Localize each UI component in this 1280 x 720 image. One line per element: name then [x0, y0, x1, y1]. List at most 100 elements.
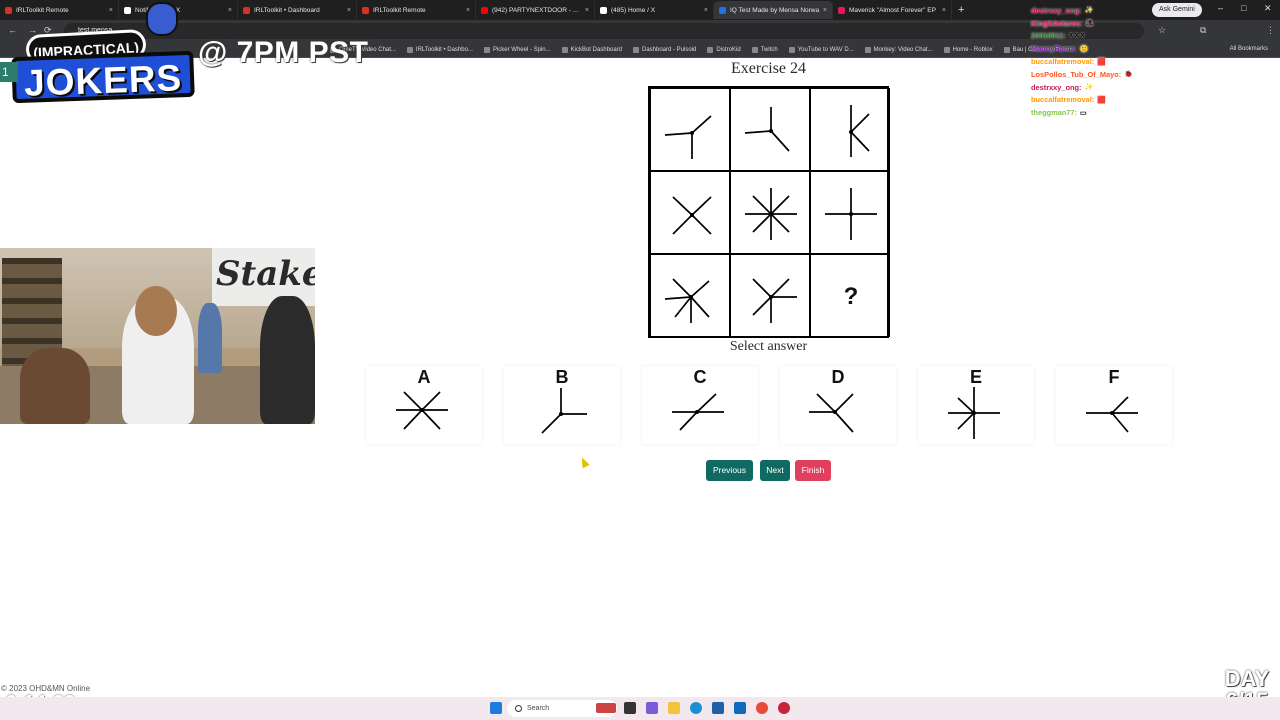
bookmark-item[interactable]: Picker Wheel - Spin... — [483, 46, 551, 53]
tab-favicon-icon — [838, 6, 845, 14]
chat-message: destrxxy_ong: ✨ — [1031, 4, 1231, 17]
bookmark-favicon-icon — [561, 46, 568, 53]
bookmark-label: Home - Roblox — [952, 46, 993, 53]
person-2-head — [135, 286, 177, 336]
schedule-text: @ 7PM PST — [198, 36, 369, 69]
grid-cell — [730, 171, 810, 254]
chat-username: destrxxy_ong: — [1031, 82, 1082, 92]
tab-title: IRLToolkit Remote — [373, 6, 426, 14]
chat-emote: x x x — [1068, 32, 1085, 40]
bookmark-label: KickBot Dashboard — [570, 46, 622, 53]
store-icon[interactable] — [712, 702, 724, 714]
tab-favicon-icon — [362, 6, 369, 14]
line-figure — [948, 387, 1000, 439]
app-icon[interactable] — [778, 702, 790, 714]
tab-title: IQ Test Made by Mensa Norwa — [730, 6, 820, 14]
edge-icon[interactable] — [690, 702, 702, 714]
person-1 — [20, 348, 90, 424]
previous-button[interactable]: Previous — [706, 460, 753, 481]
logo-main-text: JOKERS — [11, 50, 195, 104]
chat-username: buccalfatremoval: — [1031, 57, 1095, 67]
maximize-icon[interactable]: □ — [1241, 3, 1246, 13]
browser-tab[interactable]: IQ Test Made by Mensa Norwa × — [714, 1, 833, 19]
chat-username: KingXAntares: — [1031, 18, 1083, 28]
line-figure — [664, 278, 710, 323]
bookmark-label: YouTube to WAV D... — [797, 46, 854, 53]
chat-emote: ✨ — [1084, 7, 1094, 15]
start-icon[interactable] — [490, 702, 502, 714]
grid-cell — [730, 254, 810, 337]
tab-favicon-icon — [600, 6, 607, 14]
grid-cell — [650, 171, 730, 254]
all-bookmarks-button[interactable]: All Bookmarks — [1230, 46, 1268, 52]
bookmark-item[interactable]: Dashboard - Pulsoid — [633, 46, 696, 53]
option-f[interactable]: F — [1056, 366, 1172, 444]
chat-emote: 🎩 — [1085, 20, 1095, 28]
mascot-icon — [146, 2, 178, 36]
widget-icon[interactable] — [596, 703, 616, 713]
bookmark-item[interactable]: IRLToolkit • Dashbo... — [406, 46, 473, 53]
tab-title: IRLToolkit • Dashboard — [254, 6, 320, 14]
bookmark-item[interactable]: Home - Roblox — [943, 46, 993, 53]
copilot-icon[interactable] — [646, 702, 658, 714]
screen: { "browser": { "tabs": [ {"title": "IRLT… — [0, 0, 1280, 720]
bookmark-favicon-icon — [707, 46, 714, 53]
close-window-icon[interactable]: ✕ — [1264, 3, 1272, 14]
grid-cell — [650, 254, 730, 337]
finish-button[interactable]: Finish — [795, 460, 831, 481]
chat-emote: 🟥 — [1097, 58, 1106, 66]
webcam-feed: Stake — [0, 248, 315, 424]
chat-message: buccalfatremoval: 🟥 — [1031, 55, 1231, 68]
new-tab-button[interactable]: + — [958, 4, 964, 16]
option-a[interactable]: A — [366, 366, 482, 444]
tab-close-icon[interactable]: × — [823, 7, 827, 14]
bookmark-item[interactable]: KickBot Dashboard — [561, 46, 622, 53]
line-figure — [541, 388, 587, 434]
chat-username: destrxxy_ong: — [1031, 5, 1082, 15]
tab-close-icon[interactable]: × — [942, 7, 946, 14]
bookmark-item[interactable]: DistroKid — [707, 46, 741, 53]
tab-close-icon[interactable]: × — [466, 7, 470, 14]
menu-icon[interactable]: ⋮ — [1266, 25, 1275, 36]
browser-tab[interactable]: Maverick "Almost Forever" EP × — [833, 1, 952, 19]
bookmark-favicon-icon — [406, 46, 413, 53]
outlook-icon[interactable] — [734, 702, 746, 714]
chat-emote: 🐞 — [1124, 71, 1133, 79]
bookmark-favicon-icon — [751, 46, 758, 53]
browser-tab[interactable]: IRLToolkit Remote × — [357, 1, 476, 19]
option-e[interactable]: E — [918, 366, 1034, 444]
option-d[interactable]: D — [780, 366, 896, 444]
tab-favicon-icon — [481, 6, 488, 14]
browser-tab[interactable]: (485) Home / X × — [595, 1, 714, 19]
tab-close-icon[interactable]: × — [585, 7, 589, 14]
browser-tab[interactable]: IRLToolkit • Dashboard × — [238, 1, 357, 19]
tab-title: Maverick "Almost Forever" EP — [849, 6, 936, 14]
tab-close-icon[interactable]: × — [228, 7, 232, 14]
line-figure — [664, 115, 712, 159]
line-figure — [744, 107, 790, 152]
bookmark-item[interactable]: YouTube to WAV D... — [788, 46, 854, 53]
option-b[interactable]: B — [504, 366, 620, 444]
bookmark-item[interactable]: Twitch — [751, 46, 778, 53]
chat-emote: 🙂 — [1079, 45, 1089, 53]
bookmark-label: Picker Wheel - Spin... — [492, 46, 551, 53]
option-c[interactable]: C — [642, 366, 758, 444]
tab-close-icon[interactable]: × — [347, 7, 351, 14]
chat-username: MannyRamz: — [1031, 44, 1077, 54]
os-taskbar: Search — [0, 697, 1280, 720]
bookmark-favicon-icon — [633, 46, 639, 53]
bookmark-label: Monkey: Video Chat... — [873, 46, 933, 53]
next-button[interactable]: Next — [760, 460, 790, 481]
chrome-icon[interactable] — [756, 702, 768, 714]
task-view-icon[interactable] — [624, 702, 636, 714]
bookmark-label: IRLToolkit • Dashbo... — [415, 46, 473, 53]
file-explorer-icon[interactable] — [668, 702, 680, 714]
bookmark-item[interactable]: Monkey: Video Chat... — [864, 46, 933, 53]
browser-tab[interactable]: (942) PARTYNEXTDOOR - Only × — [476, 1, 595, 19]
day-label: DAY — [1224, 666, 1270, 691]
chat-username: 20010911: — [1031, 31, 1066, 41]
bookmark-favicon-icon — [483, 46, 490, 53]
person-4 — [198, 303, 222, 373]
tab-close-icon[interactable]: × — [704, 7, 708, 14]
chat-message: LosPollos_Tub_Of_Mayo: 🐞 — [1031, 68, 1231, 81]
